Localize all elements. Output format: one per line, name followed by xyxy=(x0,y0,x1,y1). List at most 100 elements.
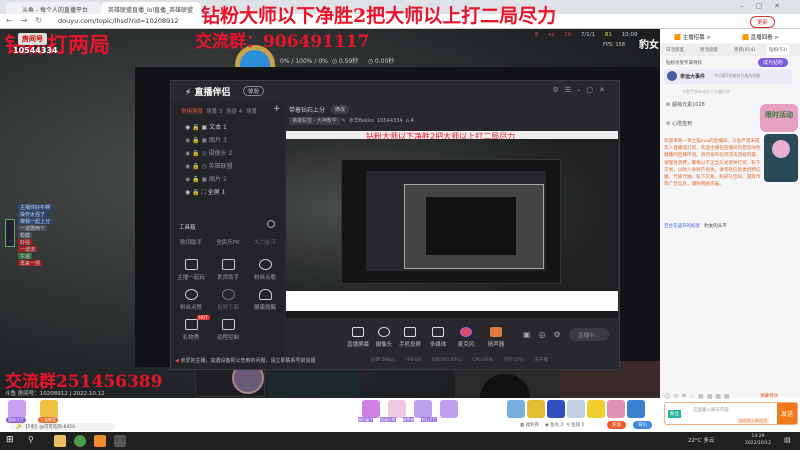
hud-stats: 0% / 100% / 0% ◷ 0.59秒 ◷ 0.00秒 xyxy=(280,58,395,65)
cloud-icon xyxy=(184,289,198,300)
tool-coins[interactable]: 大力金币 xyxy=(247,238,283,246)
overlay-group-top: 交流群：906491117 xyxy=(195,32,370,52)
scene-tab[interactable]: 场景 3 xyxy=(206,107,222,115)
scene-tab[interactable]: 场景 xyxy=(246,107,257,115)
overlay-banner: 钻粉大师以下净胜2把大师以上打二局尽力 xyxy=(201,5,557,27)
source-item[interactable]: ◉ 🔒 ▣ 图片 2 xyxy=(185,174,227,183)
browser-tab-active[interactable]: 英雄联盟直播_lol直播_英雄联盟 xyxy=(101,2,201,14)
tab-vip[interactable]: 贵宾(914) xyxy=(734,47,755,53)
multimedia-button[interactable]: 多媒体 xyxy=(423,327,453,348)
source-item[interactable]: ◉ 🔒 ⛶ 全屏 1 xyxy=(185,187,225,197)
gift[interactable] xyxy=(507,400,525,418)
bag-button[interactable]: 背包 xyxy=(633,421,652,429)
tab-diamond-fans[interactable]: 钻粉(53) xyxy=(767,45,790,55)
record-settings-icons[interactable]: ▣◎⚙ xyxy=(523,330,569,339)
activity-card[interactable] xyxy=(764,134,798,182)
speaker-button[interactable]: 扬声器 xyxy=(481,327,511,348)
scene-tab-active[interactable]: 常用场景 xyxy=(181,107,203,115)
scene-tab[interactable]: 场景 4 xyxy=(226,107,242,115)
box-icon xyxy=(221,259,235,270)
fan-badge[interactable]: 粉丝 xyxy=(668,410,681,418)
gift[interactable] xyxy=(607,400,625,418)
coupon-link[interactable]: 福利券 xyxy=(526,423,540,428)
weather[interactable]: 22°C 多云 xyxy=(688,436,714,444)
source-item[interactable]: ◉ 🔒 ◷ 英雄联盟 xyxy=(185,161,233,170)
collapse-icon[interactable] xyxy=(267,220,275,228)
side-panel-toggle[interactable] xyxy=(5,219,15,247)
chrome-icon[interactable] xyxy=(74,435,86,447)
link-recruit[interactable]: 🟧 主播招募 > xyxy=(674,33,711,41)
browser-tab[interactable]: 斗鱼 - 每个人的直播平台 xyxy=(6,2,101,14)
source-item[interactable]: ◉ 🔒 ▣ 文本 1 xyxy=(185,122,227,131)
tab-weekly[interactable]: 周活跃度 xyxy=(700,47,718,53)
sidebar-links: 🟧 主播招募 > 🟧 直播回看 > xyxy=(660,29,800,43)
gift[interactable] xyxy=(388,400,406,418)
gift[interactable] xyxy=(547,400,565,418)
chat-input-box[interactable]: 粉丝 这里输入聊天内容 欢迎加入粉丝团 发送 xyxy=(664,402,798,425)
start-stream-button[interactable]: 直播中... xyxy=(569,328,609,341)
phone-icon xyxy=(404,327,416,337)
send-button[interactable]: 发送 xyxy=(777,403,797,424)
gift[interactable] xyxy=(440,400,458,418)
notice-bar[interactable]: ◀ 亲爱的主播，如遇设备报公告到的问题，请立即联系号前说服 xyxy=(175,357,315,364)
app-logo: ⚡ 直播伴侣 xyxy=(185,88,231,98)
tool-pk[interactable]: 全民乐PK xyxy=(210,238,246,246)
gift[interactable] xyxy=(567,400,585,418)
stream-preview: 钻粉大师以下净胜2把大师以上打二局尽力 xyxy=(286,131,618,318)
clock[interactable]: 14:29 2022/10/12 xyxy=(745,433,771,447)
tool-fan-like[interactable]: 粉丝点赞 xyxy=(173,289,209,311)
streamer-app-icon[interactable] xyxy=(94,435,106,447)
tool-remote-control[interactable]: 远程控制 xyxy=(210,319,246,341)
hud-fps: FPS: 158 xyxy=(603,42,625,48)
gift[interactable] xyxy=(362,400,380,418)
search-icon[interactable]: ⚲ xyxy=(28,435,34,444)
notification-icon[interactable]: ▤ xyxy=(784,436,791,444)
add-scene-button[interactable]: + xyxy=(273,104,281,114)
chat-input[interactable]: 这里输入聊天内容 xyxy=(693,407,729,413)
tool-gift-show[interactable]: 礼物秀 xyxy=(173,319,209,341)
chat-input-panel: ☺✉⚑☆▦▦▦▦ 弹幕特效 粉丝 这里输入聊天内容 欢迎加入粉丝团 发送 xyxy=(660,393,800,432)
source-item[interactable]: ◉ 🔒 ◎ 摄像头 2 xyxy=(185,148,232,157)
version-badge[interactable]: 体验 xyxy=(243,86,265,96)
gift-left[interactable] xyxy=(8,400,26,418)
nav-buttons[interactable]: ←→↻ xyxy=(6,16,50,25)
fan-club-tag[interactable]: 欢迎加入粉丝团 xyxy=(737,418,769,424)
tool-shipping[interactable]: 发货助手 xyxy=(210,259,246,281)
gift[interactable] xyxy=(414,400,432,418)
gift[interactable] xyxy=(527,400,545,418)
chat-toolbar-icons[interactable]: ☺✉⚑☆▦▦▦▦ xyxy=(664,393,733,400)
url-input[interactable]: douyu.com/topic/lhsd?rid=10208912 xyxy=(58,17,179,25)
edit-title-button[interactable]: 修改 xyxy=(331,105,350,114)
start-icon[interactable]: ⊞ xyxy=(6,435,14,445)
tool-health[interactable]: 健康提醒 xyxy=(247,289,283,311)
scene-panel: 常用场景 场景 3 场景 4 场景 + ◉ 🔒 ▣ 文本 1 ◉ 🔒 ▣ 图片 … xyxy=(171,101,284,369)
gift[interactable] xyxy=(627,400,645,418)
tool-song-request[interactable]: 粉丝点歌 xyxy=(247,259,283,281)
link-replay[interactable]: 🟧 直播回看 > xyxy=(742,33,779,41)
danmaku-effect-toggle[interactable]: 弹幕特效 xyxy=(760,393,778,399)
tool-lyrics[interactable]: 歌词助手 xyxy=(173,238,209,246)
tool-play-together[interactable]: 主播一起玩 xyxy=(173,259,209,281)
tool-download[interactable]: 投屏下载 xyxy=(210,289,246,311)
tab-daily[interactable]: 日活跃度 xyxy=(666,47,684,53)
promo-banner[interactable]: 限时活动 xyxy=(760,104,798,132)
become-fan-button[interactable]: 成为钻粉 xyxy=(758,58,789,67)
source-item[interactable]: ◉ 🔒 ▣ 图片 3 xyxy=(185,135,227,144)
hud-scoreboard: 8 vs 10 7/1/1 81 10:09 xyxy=(535,32,638,38)
sidebar-item[interactable]: ⚙ 心愿签到 xyxy=(666,120,692,127)
gift[interactable] xyxy=(587,400,605,418)
window-controls[interactable]: –▢✕ xyxy=(740,2,792,10)
app-icon[interactable] xyxy=(114,435,126,447)
chat-overlay-message: 操作太强了 xyxy=(18,211,48,218)
recharge-button[interactable]: 充值 xyxy=(607,421,626,429)
gift-left[interactable] xyxy=(40,400,58,418)
microphone-button[interactable]: 麦克风 xyxy=(451,327,481,348)
event-card[interactable]: 幸运大事件 今日第1位粉丝已成为钻粉 xyxy=(664,69,792,84)
update-button[interactable]: 更新 xyxy=(750,16,776,28)
chat-overlay-message: 好强 xyxy=(18,239,33,246)
sidebar-item[interactable]: ⚙ 超级元素1028 xyxy=(666,101,705,108)
screen-icon xyxy=(352,327,364,337)
file-explorer-icon[interactable] xyxy=(54,435,66,447)
app-window-controls[interactable]: ⚙☰–▢✕ xyxy=(552,86,611,94)
phone-cast-button[interactable]: 手机投屏 xyxy=(395,327,425,348)
